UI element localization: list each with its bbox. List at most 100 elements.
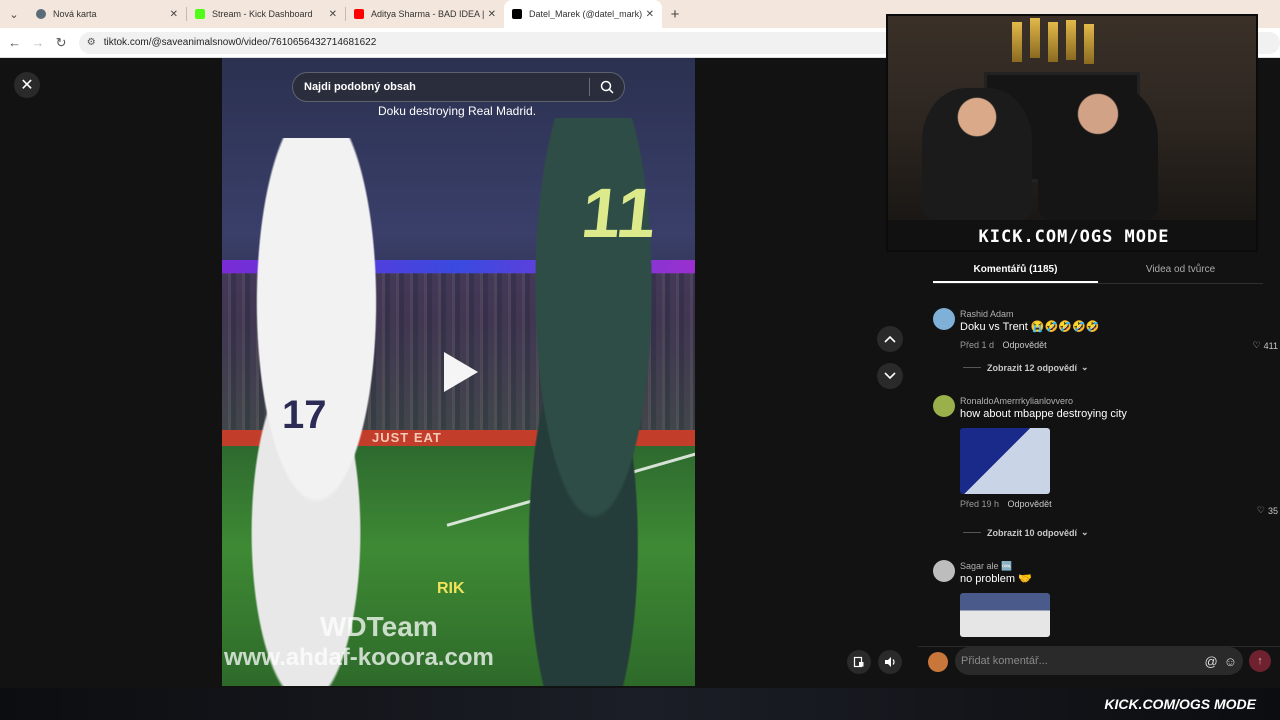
comment-input[interactable] [961,655,1199,667]
comment-meta: Před 19 h Odpovědět [960,498,1275,510]
comment-author[interactable]: Sagar ale 🆒 [960,560,1275,572]
tab-close-icon[interactable]: ✕ [329,9,337,20]
reply-button[interactable]: Odpovědět [1003,340,1047,350]
reload-icon[interactable]: ↻ [50,35,73,51]
show-replies-button[interactable]: Zobrazit 10 odpovědí ⌄ [963,527,1089,538]
tab-close-icon[interactable]: ✕ [488,9,496,20]
volume-button[interactable] [878,650,902,674]
speaker-icon [884,657,895,667]
comment-author[interactable]: RonaldoAmerrrkylianlovvero [960,395,1275,407]
tab-close-icon[interactable]: ✕ [646,9,654,20]
tab-title: Nová karta [53,9,97,19]
panel-tabs: Komentářů (1185) Videa od tvůrce [933,258,1263,284]
tab-title: Datel_Marek (@datel_mark) | Ti [529,9,642,19]
arrow-up-icon: ↑ [1257,655,1263,667]
close-icon[interactable]: ✕ [14,72,40,98]
divider-line [963,532,981,533]
tab-close-icon[interactable]: ✕ [170,9,178,20]
streamer-right [1038,84,1158,220]
comment-author[interactable]: Rashid Adam [960,308,1275,320]
watermark-logo: RIK [437,580,465,597]
tiktok-favicon-icon [512,9,522,19]
site-info-icon[interactable]: ⚙ [87,37,96,48]
back-arrow-icon[interactable]: ← [3,35,26,50]
comment-text: no problem 🤝 [960,573,1032,585]
previous-video-button[interactable] [877,326,903,352]
avatar [928,652,948,672]
comment-image[interactable] [960,593,1050,637]
chevron-down-icon: ⌄ [1081,362,1089,372]
comment-input-wrapper: @ ☺ [955,647,1243,675]
comment-time: Před 1 d [960,340,995,350]
tab-title: Stream - Kick Dashboard [212,9,313,19]
show-replies-label: Zobrazit 10 odpovědí [987,527,1078,538]
like-count: 411 [1263,340,1278,351]
chevron-down-icon: ⌄ [1081,527,1089,537]
comment-meta: Před 1 d Odpovědět [960,339,1275,351]
show-replies-button[interactable]: Zobrazit 12 odpovědí ⌄ [963,362,1089,373]
search-bar [292,72,625,102]
comment-text: how about mbappe destroying city [960,408,1127,420]
trophy-decoration [1048,22,1058,62]
play-icon[interactable] [444,352,478,392]
comment-image[interactable] [960,428,1050,494]
browser-tab[interactable]: Nová karta ✕ [28,0,186,28]
heart-icon: ♡ [1256,505,1265,515]
send-button[interactable]: ↑ [1249,650,1271,672]
comment-body: Sagar ale 🆒 no problem 🤝 [960,560,1275,637]
kick-favicon-icon [195,9,205,19]
floating-player-icon [853,656,864,668]
like-button[interactable]: ♡ 35 [1257,505,1278,516]
stream-bottom-bar: KICK.COM/OGS MODE [0,688,1280,720]
chevron-down-icon [884,372,896,380]
streamer-left [922,88,1032,220]
comment-composer: @ ☺ ↑ [918,646,1280,688]
comment-body: Rashid Adam Doku vs Trent 😭🤣🤣🤣🤣 Před 1 d… [960,308,1275,351]
forward-arrow-icon[interactable]: → [26,35,49,50]
reply-button[interactable]: Odpovědět [1008,499,1052,509]
avatar[interactable] [933,395,955,417]
webcam-overlay: KICK.COM/OGS MODE [886,14,1258,252]
video-player[interactable]: JUST EAT 11 17 Doku destroying Real Madr… [222,58,695,686]
heart-icon: ♡ [1252,340,1261,350]
tab-comments[interactable]: Komentářů (1185) [933,258,1098,283]
video-caption: Doku destroying Real Madrid. [377,104,537,118]
browser-tab[interactable]: Stream - Kick Dashboard ✕ [187,0,345,28]
watermark-url: www.ahdaf-kooora.com [224,644,494,671]
emoji-icon[interactable]: ☺ [1224,654,1237,669]
tab-creator-videos[interactable]: Videa od tvůrce [1098,258,1263,283]
trophy-decoration [1030,18,1040,58]
comment-text: Doku vs Trent 😭🤣🤣🤣🤣 [960,321,1100,333]
watermark-text: WDTeam [320,611,438,642]
like-button[interactable]: ♡ 411 [1253,340,1278,351]
chevron-up-icon [884,335,896,343]
comment-body: RonaldoAmerrrkylianlovvero how about mba… [960,395,1275,510]
comment-item: Sagar ale 🆒 no problem 🤝 [933,560,1278,637]
search-icon[interactable] [590,80,624,94]
trophy-decoration [1066,20,1076,60]
webcam-feed [888,16,1256,220]
like-count: 35 [1267,505,1278,516]
browser-tab[interactable]: Aditya Sharma - BAD IDEA | Ele ✕ [346,0,504,28]
mention-icon[interactable]: @ [1205,654,1218,669]
pip-button[interactable] [847,650,871,674]
tab-favicon-icon [36,9,46,19]
show-replies-label: Zobrazit 12 odpovědí [987,362,1078,373]
stream-banner: KICK.COM/OGS MODE [888,220,1256,250]
tab-search-menu-button[interactable]: ⌄ [0,0,28,28]
banner-text: KICK.COM/OGS MODE [978,227,1170,247]
avatar[interactable] [933,308,955,330]
youtube-favicon-icon [354,9,364,19]
next-video-button[interactable] [877,363,903,389]
search-input[interactable] [293,81,589,93]
new-tab-button[interactable]: + [662,0,688,28]
player-white-kit [222,138,432,686]
comment-time: Před 19 h [960,499,1000,509]
url-text: tiktok.com/@saveanimalsnow0/video/761065… [103,37,377,48]
shirt-number: 17 [282,393,327,437]
trophy-decoration [1012,22,1022,62]
browser-tab-active[interactable]: Datel_Marek (@datel_mark) | Ti ✕ [504,0,662,28]
divider-line [963,367,981,368]
avatar[interactable] [933,560,955,582]
shirt-number: 11 [577,174,661,252]
